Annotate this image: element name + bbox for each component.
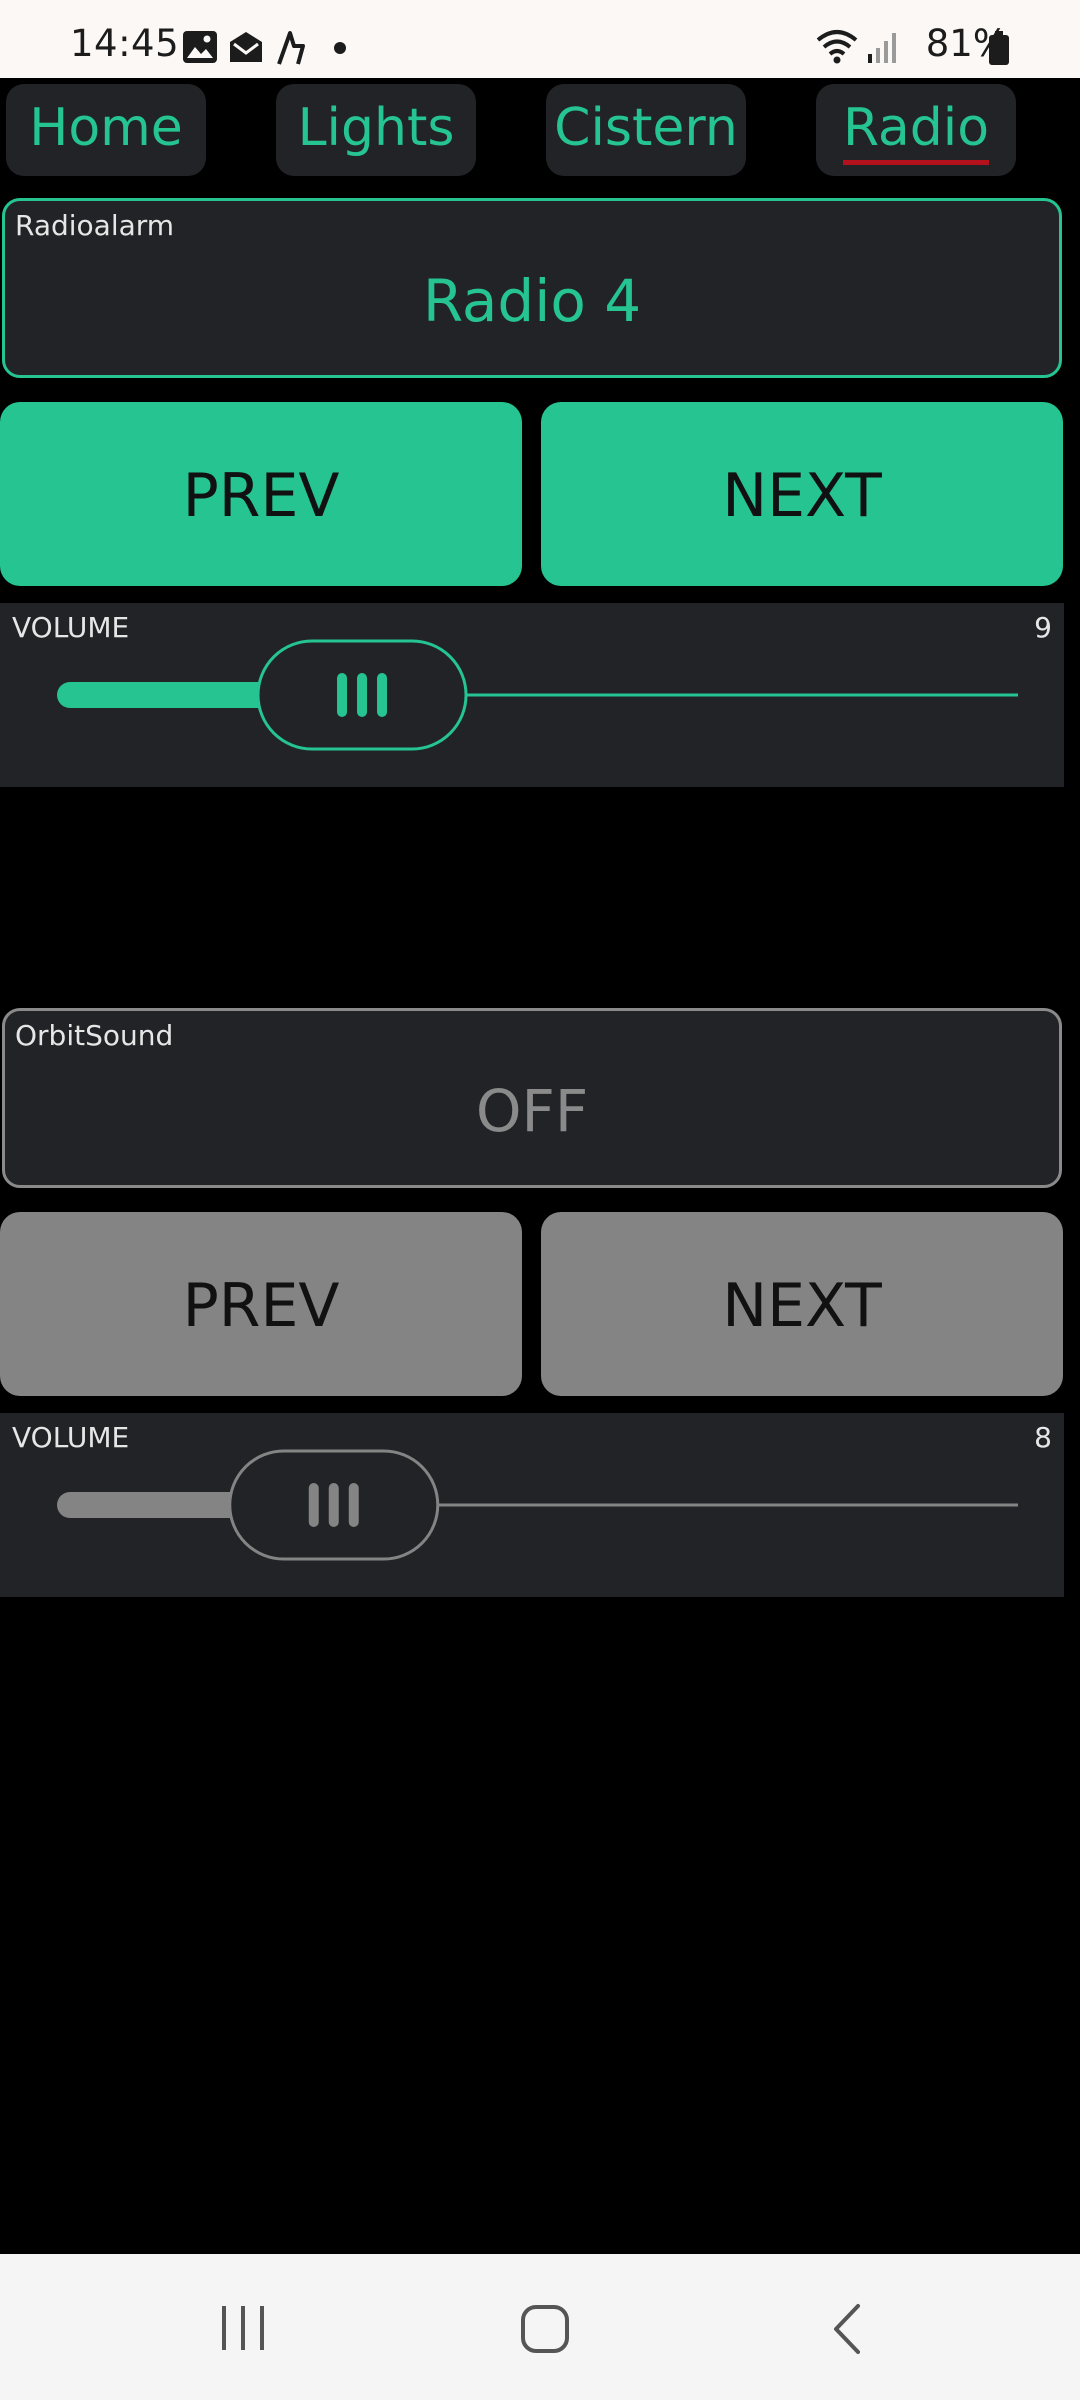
orbitsound-next-button[interactable]: NEXT <box>541 1212 1063 1396</box>
radioalarm-prev-button[interactable]: PREV <box>0 402 522 586</box>
status-bar: 14:45 81% <box>0 0 1080 78</box>
status-time: 14:45 <box>70 22 180 65</box>
orbitsound-prev-button[interactable]: PREV <box>0 1212 522 1396</box>
orbitsound-volume-panel: VOLUME 8 <box>0 1413 1064 1597</box>
orbitsound-caption: OrbitSound <box>15 1019 174 1052</box>
wifi-icon <box>816 30 858 64</box>
radioalarm-volume-panel: VOLUME 9 <box>0 603 1064 787</box>
recent-apps-icon[interactable] <box>218 2304 268 2352</box>
battery-icon <box>989 31 1009 65</box>
tab-lights-label: Lights <box>297 98 455 158</box>
signal-icon <box>868 33 896 63</box>
radioalarm-display: Radioalarm Radio 4 <box>2 198 1062 378</box>
radioalarm-next-button[interactable]: NEXT <box>541 402 1063 586</box>
orbitsound-volume-slider[interactable] <box>0 1413 1064 1597</box>
navigation-bar <box>0 2254 1080 2400</box>
tab-cistern[interactable]: Cistern <box>546 84 746 176</box>
tab-home-label: Home <box>29 98 183 158</box>
tab-lights[interactable]: Lights <box>276 84 476 176</box>
tab-radio[interactable]: Radio <box>816 84 1016 176</box>
dot-icon <box>334 42 346 54</box>
radioalarm-volume-slider[interactable] <box>0 603 1064 787</box>
radioalarm-station: Radio 4 <box>422 267 642 335</box>
activity-icon <box>277 31 305 65</box>
image-icon <box>183 31 217 63</box>
radioalarm-caption: Radioalarm <box>15 209 175 242</box>
mail-icon <box>230 32 262 62</box>
tab-home[interactable]: Home <box>6 84 206 176</box>
tab-cistern-label: Cistern <box>554 98 738 158</box>
slider-thumb[interactable] <box>228 1449 440 1561</box>
back-icon[interactable] <box>828 2302 864 2356</box>
slider-thumb[interactable] <box>256 639 468 751</box>
tab-radio-label: Radio <box>842 98 990 165</box>
orbitsound-display: OrbitSound OFF <box>2 1008 1062 1188</box>
orbitsound-status: OFF <box>475 1077 589 1145</box>
home-icon[interactable] <box>520 2304 570 2354</box>
